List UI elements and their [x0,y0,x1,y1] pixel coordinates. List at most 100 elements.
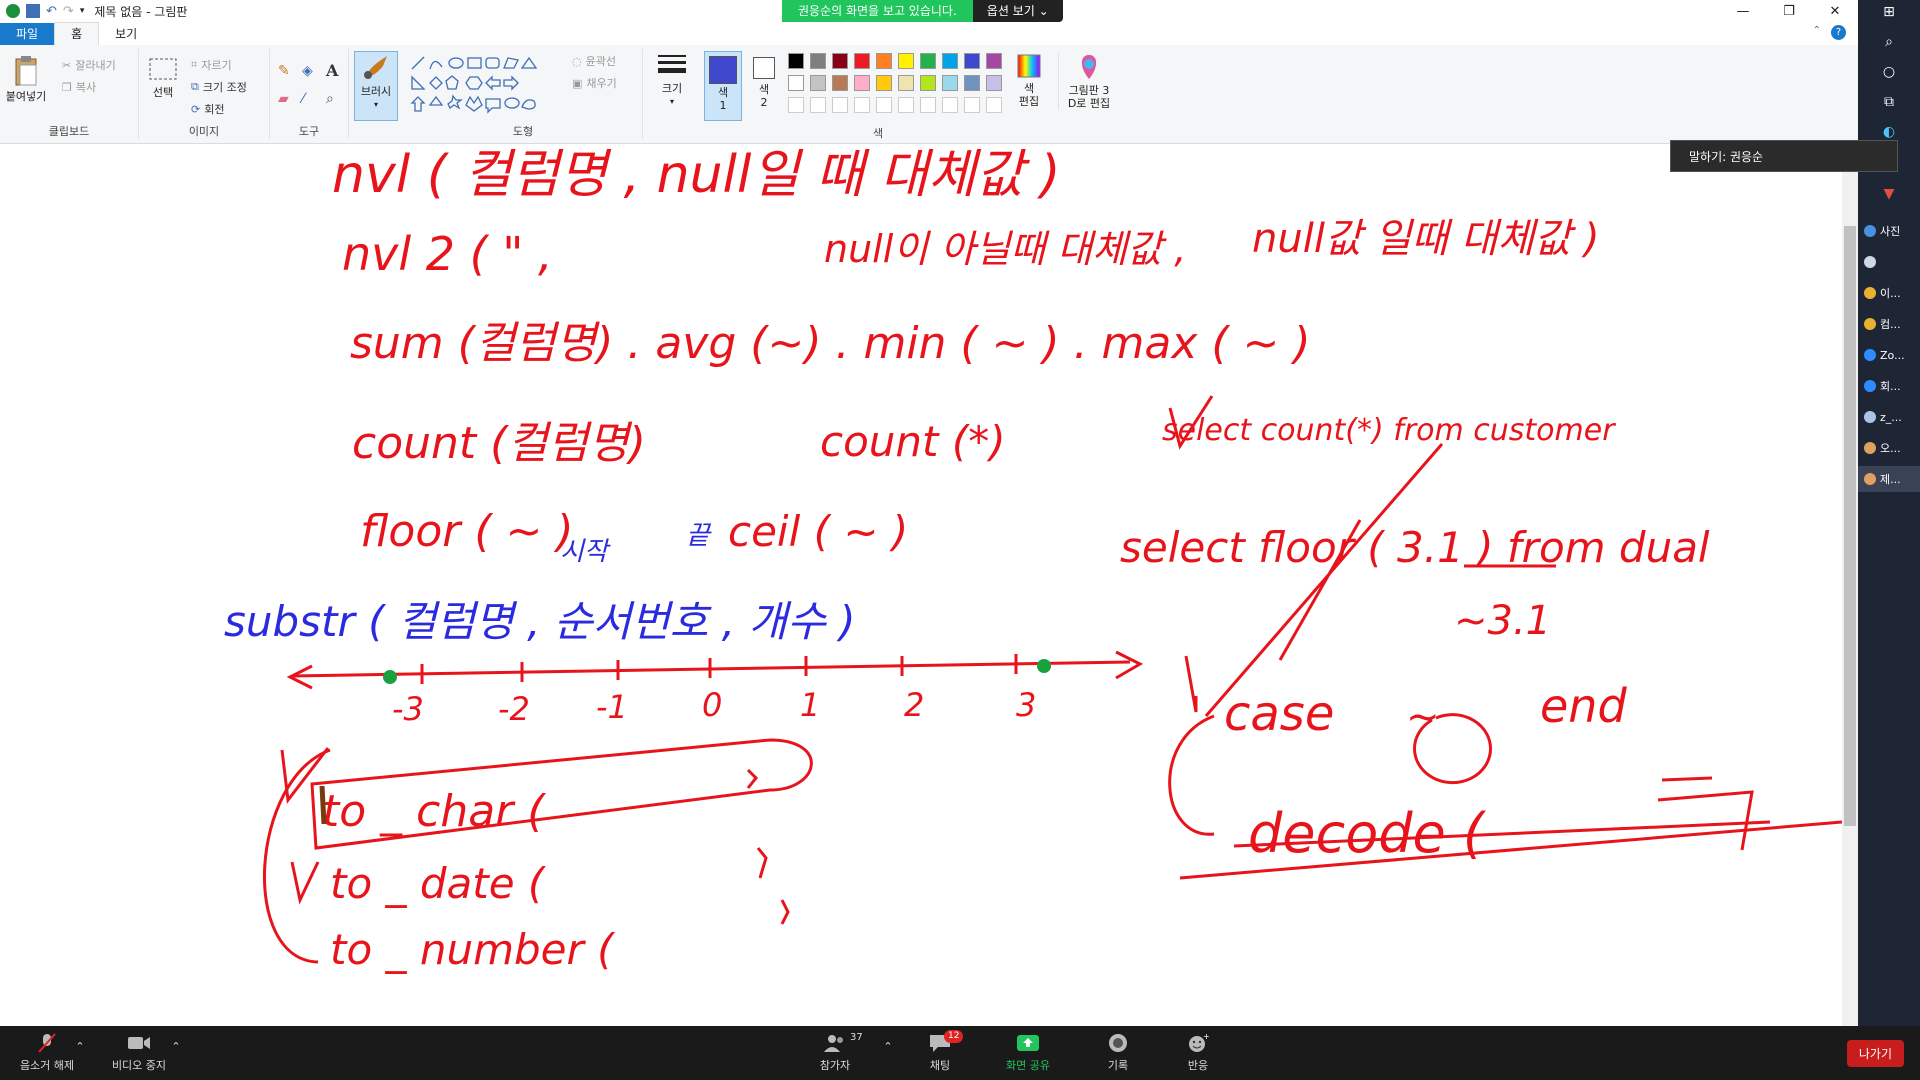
shapes-gallery[interactable] [408,55,568,121]
text-tool-icon[interactable]: A [326,61,338,80]
taskbar-item[interactable]: 컴... [1858,311,1920,337]
taskbar-item[interactable] [1858,249,1920,275]
customize-qat-icon[interactable]: ▾ [80,6,85,16]
to-number-text: to _ number ( [330,925,615,974]
color-swatch[interactable] [832,75,848,91]
resize-button[interactable]: ⧉ 크기 조정 [191,79,247,95]
color-swatch[interactable] [986,53,1002,69]
custom-color-slot[interactable] [788,97,804,113]
rotate-button[interactable]: ⟳ 회전 [191,101,224,117]
tab-home[interactable]: 홈 [54,22,100,45]
taskbar-item[interactable]: 이... [1858,280,1920,306]
taskbar-item-label: 컴... [1880,318,1901,331]
color2-button[interactable]: 색 2 [748,53,780,109]
fill-button[interactable]: ▣ 채우기 [572,75,617,91]
scrollbar-thumb[interactable] [1844,226,1856,826]
color-swatch[interactable] [788,75,804,91]
stop-video-button[interactable]: 비디오 중지 [104,1032,174,1073]
custom-color-slot[interactable] [876,97,892,113]
help-icon[interactable]: ? [1831,25,1846,40]
edge-icon[interactable]: ◐ [1858,124,1920,140]
color-swatch[interactable] [832,53,848,69]
custom-color-slot[interactable] [832,97,848,113]
eraser-icon[interactable]: ▰ [278,91,289,107]
custom-color-slot[interactable] [942,97,958,113]
paste-button[interactable]: 붙여넣기 [4,55,48,103]
drawing-canvas[interactable]: nvl ( 컬럼명 , null일 때 대체값 ) nvl 2 ( " , nu… [0,144,1843,1026]
video-options-caret-icon[interactable]: ⌃ [170,1040,182,1053]
custom-color-slot[interactable] [898,97,914,113]
view-options-button[interactable]: 옵션 보기 ⌄ [972,0,1063,22]
color-swatch[interactable] [986,75,1002,91]
color-swatch[interactable] [788,53,804,69]
fill-bucket-icon[interactable]: ◈ [302,63,313,79]
colors-label: 색 [872,127,884,140]
size-button[interactable]: 크기 ▾ [652,53,692,108]
custom-color-slot[interactable] [964,97,980,113]
taskbar-item[interactable]: 사진 [1858,218,1920,244]
crop-button[interactable]: ⌗ 자르기 [191,57,232,73]
color-picker-icon[interactable]: ⁄ [302,91,304,107]
redo-icon[interactable]: ↷ [63,4,74,19]
color-swatch[interactable] [942,53,958,69]
taskbar-item[interactable]: 제... [1858,466,1920,492]
end-note: 끝 [686,521,712,551]
rotate-icon: ⟳ [191,102,201,116]
vertical-scrollbar[interactable] [1842,144,1858,1026]
search-icon[interactable]: ⌕ [1858,34,1920,50]
save-icon[interactable] [26,4,40,18]
color1-button[interactable]: 색 1 [704,51,742,121]
taskbar-item[interactable]: z_... [1858,404,1920,430]
color-swatch[interactable] [942,75,958,91]
leave-meeting-button[interactable]: 나가기 [1846,1040,1904,1067]
brush-button[interactable]: 브러시 ▾ [354,51,398,121]
outline-button[interactable]: ◌ 윤곽선 [572,53,616,69]
custom-color-slot[interactable] [854,97,870,113]
color-swatch[interactable] [920,53,936,69]
paint3d-button[interactable]: 그림판 3 D로 편집 [1058,53,1119,110]
color-swatch[interactable] [810,75,826,91]
vivaldi-icon[interactable]: ▼ [1858,186,1920,202]
copy-button[interactable]: ❐ 복사 [62,79,96,95]
ribbon-tabs: 파일 홈 보기 ⌃ ? [0,22,1858,46]
color-swatch[interactable] [920,75,936,91]
start-icon[interactable]: ⊞ [1858,4,1920,20]
color-swatch[interactable] [854,75,870,91]
magnifier-icon[interactable]: ⌕ [326,91,334,107]
share-screen-icon [1017,1035,1039,1051]
color-swatch[interactable] [898,75,914,91]
color-swatch[interactable] [854,53,870,69]
color-swatch[interactable] [898,53,914,69]
color-swatch[interactable] [964,53,980,69]
maximize-button[interactable]: ❐ [1766,0,1812,22]
taskbar-item-label: 회... [1880,380,1901,393]
record-button[interactable]: 기록 [1098,1032,1138,1073]
share-screen-button[interactable]: 화면 공유 [996,1032,1060,1073]
audio-options-caret-icon[interactable]: ⌃ [74,1040,86,1053]
custom-color-slot[interactable] [920,97,936,113]
undo-icon[interactable]: ↶ [46,4,57,19]
tab-view[interactable]: 보기 [99,23,153,45]
edit-colors-button[interactable]: 색 편집 [1012,53,1046,108]
taskbar-item[interactable]: 오... [1858,435,1920,461]
tab-file[interactable]: 파일 [0,23,55,45]
taskbar-item[interactable]: 회... [1858,373,1920,399]
participants-caret-icon[interactable]: ⌃ [882,1040,894,1053]
custom-color-slot[interactable] [810,97,826,113]
color-swatch[interactable] [810,53,826,69]
select-button[interactable]: 선택 [145,57,181,99]
cortana-icon[interactable]: ○ [1858,64,1920,80]
color-swatch[interactable] [876,75,892,91]
task-view-icon[interactable]: ⧉ [1858,94,1920,110]
taskbar-item[interactable]: Zo... [1858,342,1920,368]
collapse-ribbon-icon[interactable]: ⌃ [1813,25,1821,40]
unmute-button[interactable]: 음소거 해제 [12,1032,82,1073]
custom-color-slot[interactable] [986,97,1002,113]
color-swatch[interactable] [964,75,980,91]
reactions-button[interactable]: + 반응 [1178,1032,1218,1073]
color-swatch[interactable] [876,53,892,69]
close-button[interactable]: ✕ [1812,0,1858,22]
cut-button[interactable]: ✂ 잘라내기 [62,57,116,73]
pencil-icon[interactable]: ✎ [278,63,290,79]
minimize-button[interactable]: — [1720,0,1766,22]
